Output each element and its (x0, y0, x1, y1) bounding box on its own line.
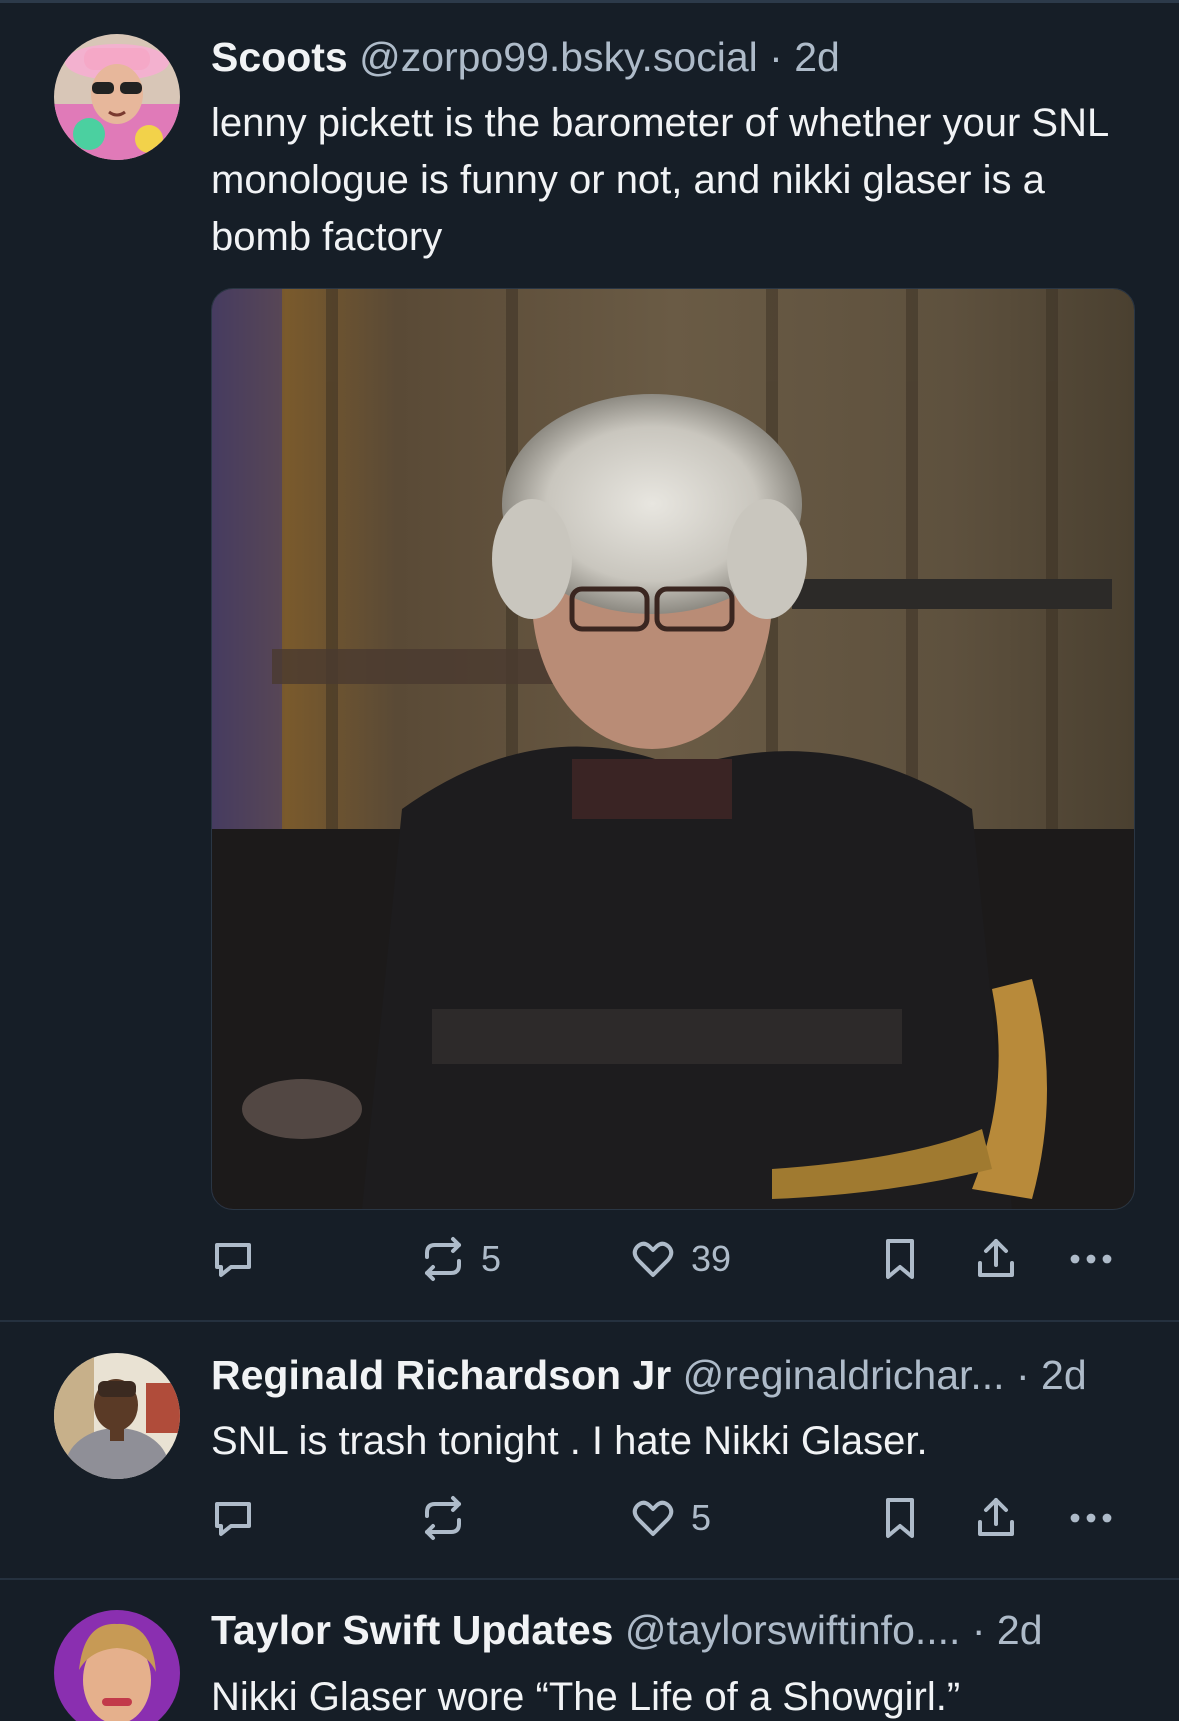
post-actions: 5 (0, 1494, 1179, 1554)
avatar[interactable] (54, 34, 180, 160)
repost-button[interactable] (419, 1494, 481, 1542)
more-icon (1070, 1254, 1112, 1264)
more-button[interactable] (1067, 1235, 1115, 1283)
post-time[interactable]: · 2d (769, 34, 840, 80)
post-time[interactable]: · 2d (972, 1607, 1043, 1653)
post-header: Taylor Swift Updates @taylorswiftinfo...… (211, 1605, 1139, 1655)
share-icon (978, 1239, 1014, 1277)
reply-icon (215, 1243, 251, 1277)
author-handle[interactable]: @taylorswiftinfo.... (625, 1607, 961, 1653)
bookmark-icon (886, 1498, 914, 1538)
post-text: SNL is trash tonight . I hate Nikki Glas… (211, 1419, 928, 1463)
post-header: Scoots @zorpo99.bsky.social · 2d (211, 32, 1139, 82)
post-reginald[interactable]: Reginald Richardson Jr @reginaldrichar..… (0, 1322, 1179, 1578)
more-icon (1070, 1513, 1112, 1523)
share-button[interactable] (972, 1494, 1020, 1542)
like-button[interactable]: 39 (629, 1235, 731, 1283)
share-icon (978, 1498, 1014, 1536)
post-time[interactable]: · 2d (1016, 1352, 1087, 1398)
like-button[interactable]: 5 (629, 1494, 711, 1542)
author-name[interactable]: Taylor Swift Updates (211, 1607, 613, 1653)
like-icon (632, 1500, 674, 1536)
like-count: 5 (691, 1497, 712, 1538)
post-header: Reginald Richardson Jr @reginaldrichar..… (211, 1350, 1139, 1400)
author-handle[interactable]: @zorpo99.bsky.social (359, 34, 758, 80)
like-count: 39 (691, 1238, 732, 1279)
post-scoots[interactable]: Scoots @zorpo99.bsky.social · 2d lenny p… (0, 0, 1179, 1320)
avatar[interactable] (54, 1610, 180, 1721)
post-actions: 5 39 (0, 1235, 1179, 1295)
share-button[interactable] (972, 1235, 1020, 1283)
bookmark-icon (886, 1239, 914, 1279)
bookmark-button[interactable] (876, 1494, 924, 1542)
author-name[interactable]: Scoots (211, 34, 348, 80)
like-icon (632, 1241, 674, 1277)
repost-icon (425, 1237, 461, 1281)
post-taylor-swift-updates[interactable]: Taylor Swift Updates @taylorswiftinfo...… (0, 1580, 1179, 1721)
repost-icon (425, 1496, 461, 1540)
post-text: Nikki Glaser wore “The Life of a Showgir… (211, 1675, 961, 1719)
bookmark-button[interactable] (876, 1235, 924, 1283)
post-image[interactable] (211, 288, 1135, 1210)
avatar[interactable] (54, 1353, 180, 1479)
reply-icon (215, 1502, 251, 1536)
repost-button[interactable]: 5 (419, 1235, 501, 1283)
author-name[interactable]: Reginald Richardson Jr (211, 1352, 671, 1398)
author-handle[interactable]: @reginaldrichar... (683, 1352, 1005, 1398)
reply-button[interactable] (209, 1235, 257, 1283)
more-button[interactable] (1067, 1494, 1115, 1542)
post-text: lenny pickett is the barometer of whethe… (211, 101, 1108, 259)
reply-button[interactable] (209, 1494, 257, 1542)
repost-count: 5 (481, 1238, 502, 1279)
